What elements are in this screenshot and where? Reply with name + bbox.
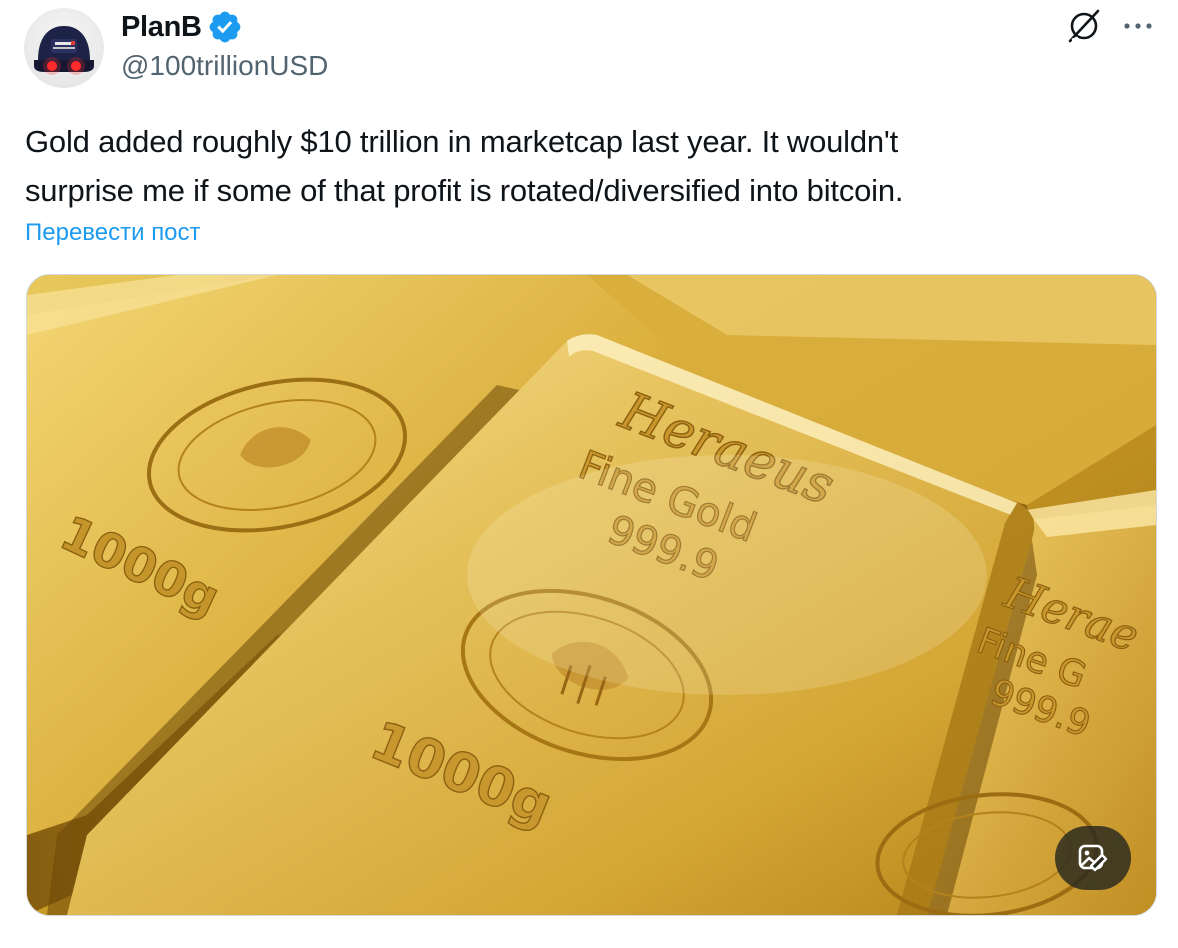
image-edit-icon xyxy=(1078,844,1108,872)
planb-cap-avatar-icon xyxy=(34,26,94,75)
tweet-text-line-2: surprise me if some of that profit is ro… xyxy=(25,173,904,208)
author-handle[interactable]: @100trillionUSD xyxy=(121,50,328,82)
translate-post-link[interactable]: Перевести пост xyxy=(25,218,201,248)
grok-icon[interactable] xyxy=(1064,6,1104,46)
tweet-text: Gold added roughly $10 trillion in marke… xyxy=(25,117,1150,215)
verified-badge-icon xyxy=(209,11,241,43)
tweet-text-line-1: Gold added roughly $10 trillion in marke… xyxy=(25,124,899,159)
avatar[interactable] xyxy=(24,8,104,88)
display-name[interactable]: PlanB xyxy=(121,11,202,43)
tweet-media-image[interactable]: Heraeus Fine Gold 999.9 1000g 1000g Hera… xyxy=(26,274,1157,916)
image-edit-button[interactable] xyxy=(1055,826,1131,890)
more-icon[interactable] xyxy=(1118,8,1158,44)
gold-bars-photo: Heraeus Fine Gold 999.9 1000g 1000g Hera… xyxy=(27,275,1156,915)
